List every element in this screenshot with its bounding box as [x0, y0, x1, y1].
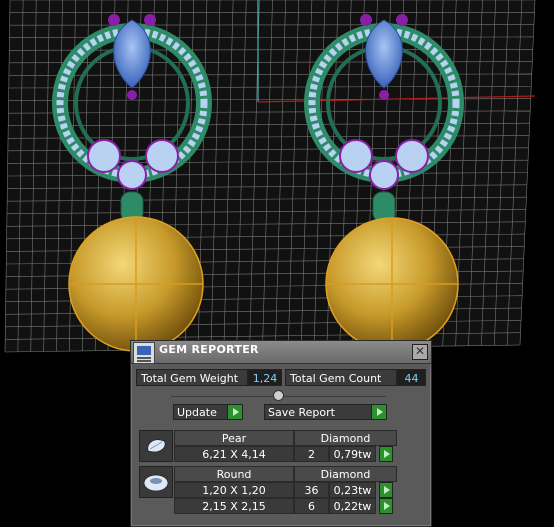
cluster-stone	[370, 161, 398, 189]
gem-reporter-icon	[133, 342, 155, 364]
gem-size: 1,20 X 1,20	[174, 482, 294, 498]
panel-title: GEM REPORTER	[159, 343, 259, 356]
gem-weight: 0,23tw	[329, 482, 376, 498]
panel-titlebar[interactable]: GEM REPORTER ✕	[131, 341, 431, 364]
gem-material: Diamond	[294, 430, 397, 446]
gem-size: 6,21 X 4,14	[174, 446, 294, 462]
total-gem-weight-value: 1,24	[248, 369, 282, 386]
gem-size: 2,15 X 2,15	[174, 498, 294, 514]
cluster-stone	[146, 140, 178, 172]
play-icon	[371, 404, 387, 420]
select-gem-button[interactable]	[379, 446, 393, 462]
pear-gem-icon	[139, 430, 173, 462]
gem-count: 6	[294, 498, 329, 514]
gem-shape: Pear	[174, 430, 294, 446]
totals-row: Total Gem Weight 1,24 Total Gem Count 44	[136, 369, 426, 386]
gem-shape: Round	[174, 466, 294, 482]
gem-group-round: Round Diamond 1,20 X 1,20 36 0,23tw 2,15…	[139, 466, 397, 514]
round-gem-icon	[139, 466, 173, 498]
total-gem-count-label: Total Gem Count	[285, 369, 397, 386]
cluster-stone	[396, 140, 428, 172]
update-button-label: Update	[177, 406, 217, 419]
gem-count: 2	[294, 446, 329, 462]
select-gem-button[interactable]	[379, 482, 393, 498]
save-report-button[interactable]: Save Report	[264, 404, 387, 420]
gem-material: Diamond	[294, 466, 397, 482]
save-report-button-label: Save Report	[268, 406, 335, 419]
play-icon	[227, 404, 243, 420]
total-gem-weight-label: Total Gem Weight	[136, 369, 248, 386]
gem-count: 36	[294, 482, 329, 498]
divider-knob[interactable]	[273, 390, 284, 401]
cluster-stone	[118, 161, 146, 189]
cluster-stone	[340, 140, 372, 172]
update-button[interactable]: Update	[173, 404, 243, 420]
gem-weight: 0,22tw	[329, 498, 376, 514]
gem-group-pear: Pear Diamond 6,21 X 4,14 2 0,79tw	[139, 430, 397, 462]
cluster-stone	[88, 140, 120, 172]
total-gem-count-value: 44	[397, 369, 426, 386]
select-gem-button[interactable]	[379, 498, 393, 514]
close-button[interactable]: ✕	[412, 344, 428, 360]
gem-weight: 0,79tw	[329, 446, 376, 462]
gem-reporter-panel: GEM REPORTER ✕ Total Gem Weight 1,24 Tot…	[130, 340, 432, 527]
